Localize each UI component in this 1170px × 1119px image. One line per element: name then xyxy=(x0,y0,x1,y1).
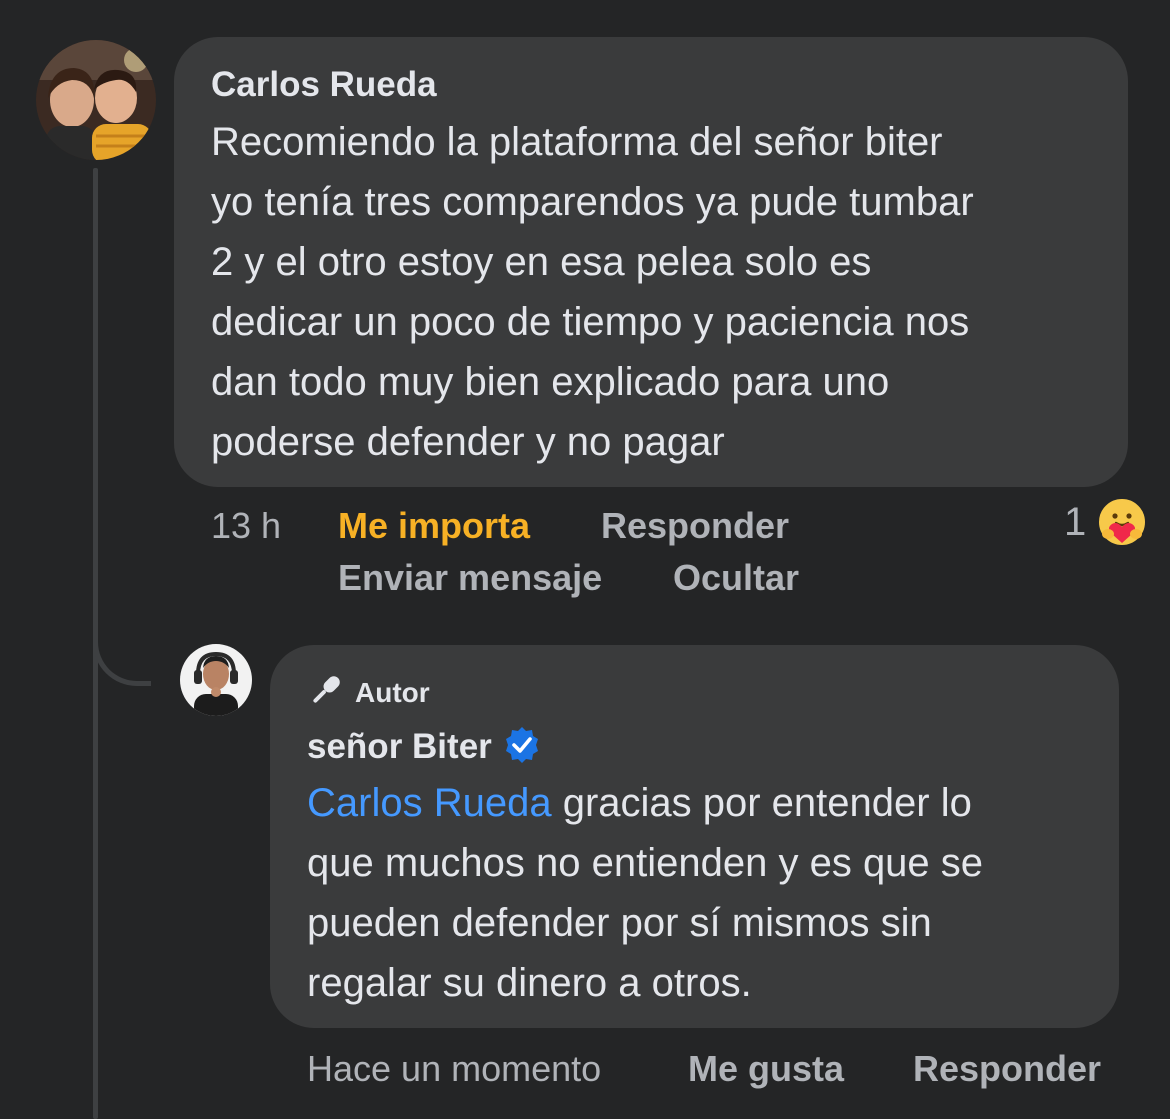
verified-badge-icon xyxy=(502,725,542,770)
reply-button[interactable]: Responder xyxy=(913,1048,1101,1090)
send-message-button[interactable]: Enviar mensaje xyxy=(338,557,602,599)
reply-text: Carlos Rueda gracias por entender lo que… xyxy=(307,773,1083,1013)
comment-bubble: Carlos Rueda Recomiendo la plataforma de… xyxy=(174,37,1128,487)
like-button[interactable]: Me importa xyxy=(338,505,530,547)
comment-timestamp[interactable]: 13 h xyxy=(211,505,281,547)
reaction-count[interactable]: 1 xyxy=(1064,500,1086,545)
reply-connector xyxy=(93,600,151,686)
hide-button[interactable]: Ocultar xyxy=(673,557,799,599)
comment-author-name[interactable]: Carlos Rueda xyxy=(211,65,1092,105)
author-badge-label: Autor xyxy=(355,677,430,708)
comment-text: Recomiendo la plataforma del señor biter… xyxy=(211,120,974,464)
microphone-icon xyxy=(307,671,345,716)
avatar[interactable] xyxy=(36,40,156,160)
reply-timestamp[interactable]: Hace un momento xyxy=(307,1048,601,1090)
care-reaction-icon[interactable] xyxy=(1096,496,1148,548)
reply-bubble: Autor señor Biter Carlos Rueda gracias p… xyxy=(270,645,1119,1028)
avatar[interactable] xyxy=(180,644,252,716)
reply-button[interactable]: Responder xyxy=(601,505,789,547)
reply-author-name[interactable]: señor Biter xyxy=(307,727,492,767)
like-button[interactable]: Me gusta xyxy=(688,1048,844,1090)
mention-link[interactable]: Carlos Rueda xyxy=(307,781,552,825)
author-badge: Autor xyxy=(307,673,1083,713)
